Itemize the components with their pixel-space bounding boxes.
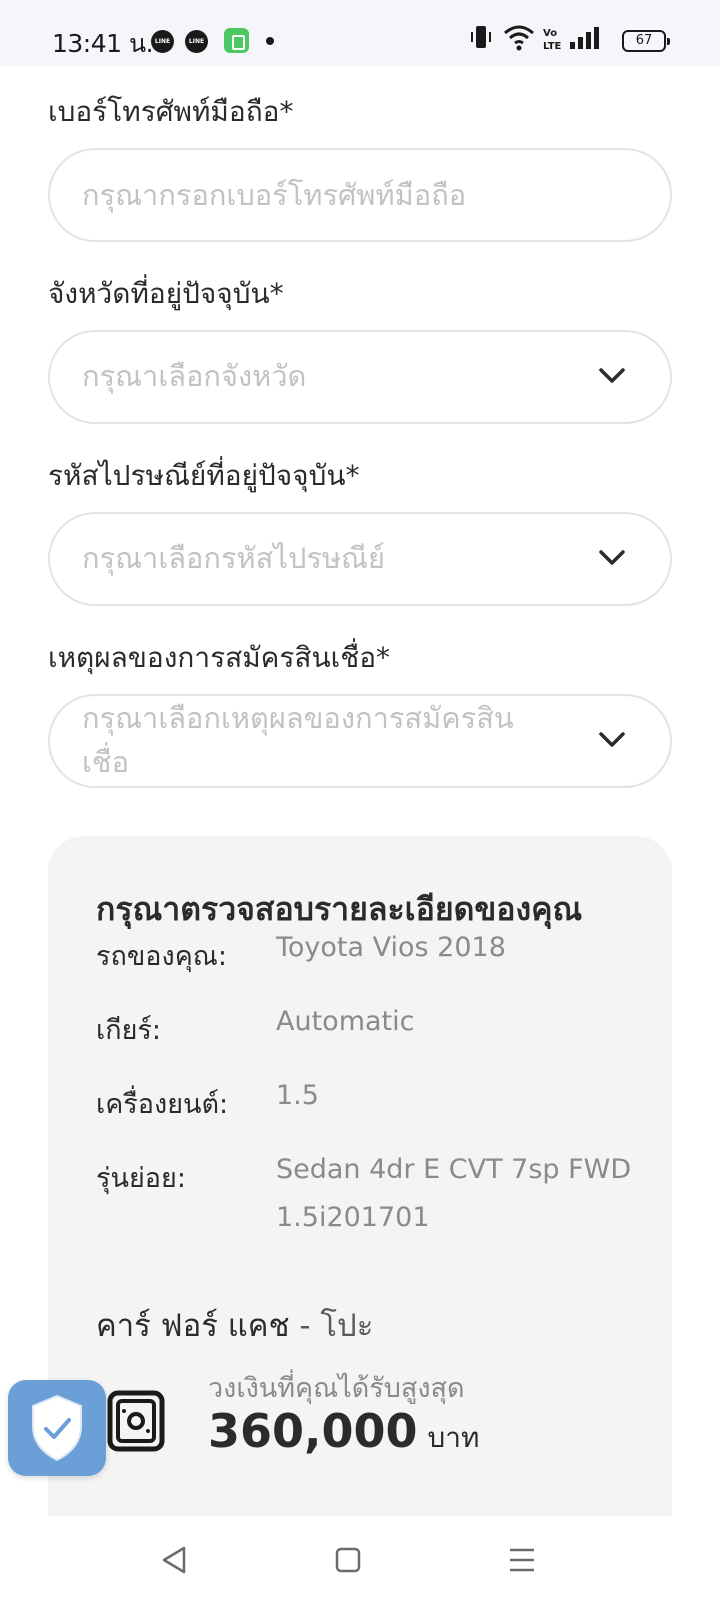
chevron-down-icon (599, 368, 625, 383)
home-icon[interactable] (330, 1542, 366, 1578)
back-icon[interactable] (156, 1542, 192, 1578)
reason-select[interactable]: กรุณาเลือกเหตุผลของการสมัครสิน เชื่อ (48, 694, 672, 788)
postcode-label: รหัสไปรษณีย์ที่อยู่ปัจจุบัน* (48, 459, 360, 492)
summary-row-label: เกียร์: (96, 1015, 161, 1046)
battery-icon: 67 (622, 30, 670, 52)
security-shield-button[interactable] (8, 1380, 106, 1476)
summary-row-value: Automatic (276, 1006, 415, 1037)
product-tag: - โปะ (299, 1308, 374, 1344)
phone-field[interactable] (48, 148, 672, 242)
line-notification-icon: LINE (185, 30, 208, 53)
summary-row-value: 1.5 (276, 1080, 319, 1111)
province-placeholder: กรุณาเลือกจังหวัด (82, 359, 307, 393)
postcode-select[interactable]: กรุณาเลือกรหัสไปรษณีย์ (48, 512, 672, 606)
amount-unit: บาท (427, 1421, 480, 1454)
province-select[interactable]: กรุณาเลือกจังหวัด (48, 330, 672, 424)
phone-input[interactable] (82, 150, 602, 240)
reason-label: เหตุผลของการสมัครสินเชื่อ* (48, 641, 391, 674)
chevron-down-icon (599, 550, 625, 565)
reason-placeholder-line1: กรุณาเลือกเหตุผลของการสมัครสิน (82, 701, 514, 735)
app-notification-icon (224, 28, 249, 53)
summary-row-value: Sedan 4dr E CVT 7sp FWD 1.5i201701 (276, 1154, 632, 1233)
summary-card: กรุณาตรวจสอบรายละเอียดของคุณ รถของคุณ: T… (48, 836, 672, 1516)
max-amount: 360,000 บาท (208, 1404, 479, 1460)
wifi-icon (504, 25, 534, 51)
more-notifications-dot (266, 37, 274, 45)
svg-text:LTE: LTE (543, 41, 562, 52)
signal-icon (570, 27, 599, 49)
summary-row-label: รถของคุณ: (96, 941, 227, 972)
cash-icon (107, 1390, 165, 1452)
menu-icon[interactable] (504, 1542, 540, 1578)
vibrate-icon (471, 26, 491, 48)
product-name: คาร์ ฟอร์ แคช (96, 1308, 290, 1344)
status-time: 13:41 น. (52, 29, 154, 58)
summary-row-label: รุ่นย่อย: (96, 1163, 186, 1194)
phone-label: เบอร์โทรศัพท์มือถือ* (48, 95, 294, 128)
postcode-placeholder: กรุณาเลือกรหัสไปรษณีย์ (82, 541, 385, 575)
chevron-down-icon (599, 732, 625, 747)
system-nav-bar (0, 1516, 720, 1604)
status-bar: 13:41 น. LINE LINE Vo LTE 67 (0, 0, 720, 66)
reason-placeholder-line2: เชื่อ (82, 745, 130, 779)
product-title: คาร์ ฟอร์ แคช - โปะ (96, 1300, 373, 1350)
summary-row-value: Toyota Vios 2018 (276, 932, 506, 963)
volte-icon: Vo LTE (543, 28, 562, 52)
amount-caption: วงเงินที่คุณได้รับสูงสุด (208, 1373, 465, 1404)
summary-row-label: เครื่องยนต์: (96, 1089, 229, 1120)
svg-text:Vo: Vo (543, 28, 557, 39)
line-notification-icon: LINE (151, 30, 174, 53)
amount-value: 360,000 (208, 1404, 418, 1458)
shield-check-icon (32, 1394, 82, 1462)
province-label: จังหวัดที่อยู่ปัจจุบัน* (48, 277, 284, 310)
